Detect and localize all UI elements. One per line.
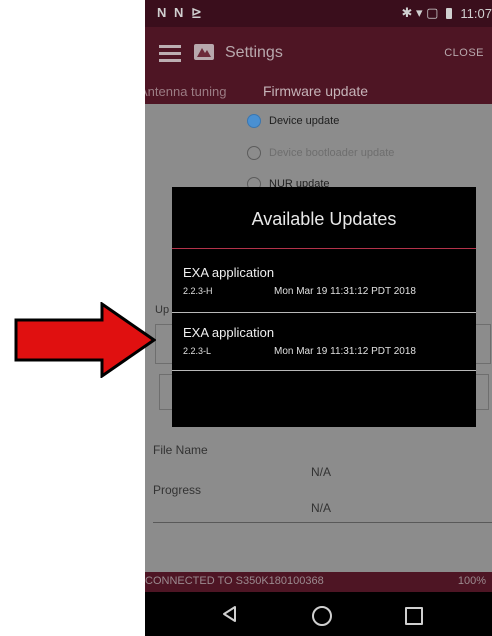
item-separator bbox=[172, 312, 476, 313]
update-item[interactable]: EXA application 2.2.3-L Mon Mar 19 11:31… bbox=[172, 317, 476, 373]
connection-bar: CONNECTED TO S350K180100368 100% bbox=[145, 572, 492, 592]
phone-screen: N N ⊵ ✱ ▾ ▢ 11:07 Settings CLOSE Antenna… bbox=[145, 0, 492, 636]
back-icon[interactable] bbox=[221, 605, 239, 623]
update-name: EXA application bbox=[183, 265, 275, 280]
connection-status: CONNECTED TO S350K180100368 bbox=[145, 575, 324, 587]
update-item[interactable]: EXA application 2.2.3-H Mon Mar 19 11:31… bbox=[172, 257, 476, 313]
close-button[interactable]: CLOSE bbox=[444, 47, 484, 59]
battery-icon bbox=[446, 7, 453, 19]
radio-bootloader-update-label: Device bootloader update bbox=[269, 147, 395, 159]
status-time: 11:07 bbox=[460, 5, 492, 21]
status-right: ✱ ▾ ▢ 11:07 bbox=[401, 5, 492, 21]
update-name: EXA application bbox=[183, 325, 275, 340]
recent-apps-icon[interactable] bbox=[405, 607, 423, 625]
radio-bootloader-update[interactable] bbox=[247, 146, 261, 160]
update-date: Mon Mar 19 11:31:12 PDT 2018 bbox=[274, 346, 416, 357]
progress-label: Progress bbox=[153, 483, 202, 497]
hamburger-icon[interactable] bbox=[159, 45, 181, 62]
update-version: 2.2.3-H bbox=[183, 286, 213, 296]
radio-device-update[interactable] bbox=[247, 114, 261, 128]
connection-percent: 100% bbox=[457, 575, 486, 587]
app-logo-icon bbox=[194, 44, 214, 60]
update-version: 2.2.3-L bbox=[183, 346, 212, 356]
tab-antenna-tuning[interactable]: Antenna tuning bbox=[145, 84, 226, 99]
tab-firmware-update[interactable]: Firmware update bbox=[263, 83, 368, 99]
dialog-title: Available Updates bbox=[251, 209, 397, 229]
tab-bar: Antenna tuning Firmware update bbox=[145, 79, 492, 104]
app-toolbar: Settings CLOSE bbox=[145, 27, 492, 79]
home-icon[interactable] bbox=[312, 606, 332, 626]
page-title: Settings bbox=[225, 44, 283, 61]
available-updates-dialog: Available Updates EXA application 2.2.3-… bbox=[172, 187, 476, 427]
notification-icons: N N ⊵ bbox=[157, 5, 204, 20]
section-label: Up bbox=[155, 304, 170, 316]
dialog-title-rule bbox=[172, 248, 476, 249]
content-divider bbox=[153, 522, 492, 523]
navigation-bar bbox=[145, 592, 492, 636]
update-date: Mon Mar 19 11:31:12 PDT 2018 bbox=[274, 286, 416, 297]
system-icons: ✱ ▾ ▢ bbox=[401, 5, 439, 20]
progress-value: N/A bbox=[311, 501, 332, 515]
pointer-arrow-icon bbox=[14, 302, 156, 378]
file-name-label: File Name bbox=[153, 443, 208, 457]
item-separator bbox=[172, 370, 476, 371]
file-name-value: N/A bbox=[311, 465, 332, 479]
status-bar: N N ⊵ ✱ ▾ ▢ 11:07 bbox=[145, 0, 492, 27]
radio-device-update-label: Device update bbox=[269, 115, 340, 127]
